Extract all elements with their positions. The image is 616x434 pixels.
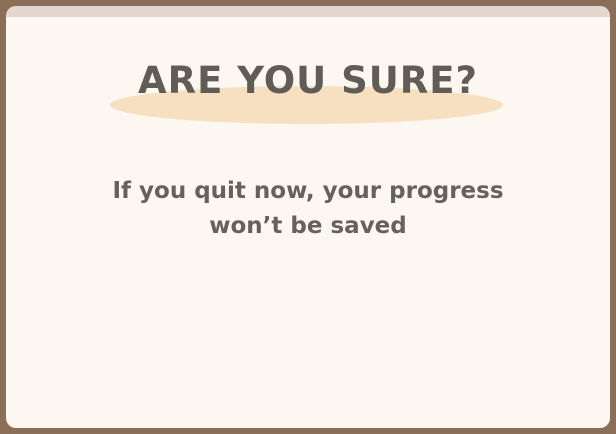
dialog-message-line-1: If you quit now, your progress: [112, 178, 504, 204]
dialog-title-area: ARE YOU SURE?: [6, 58, 610, 128]
dialog-panel: ARE YOU SURE? If you quit now, your prog…: [6, 6, 610, 428]
quit-confirm-dialog: ARE YOU SURE? If you quit now, your prog…: [0, 0, 616, 434]
dialog-top-strip: [6, 6, 610, 17]
dialog-message: If you quit now, your progress won’t be …: [66, 174, 550, 244]
dialog-message-line-2: won’t be saved: [209, 213, 407, 239]
dialog-title: ARE YOU SURE?: [137, 59, 479, 102]
